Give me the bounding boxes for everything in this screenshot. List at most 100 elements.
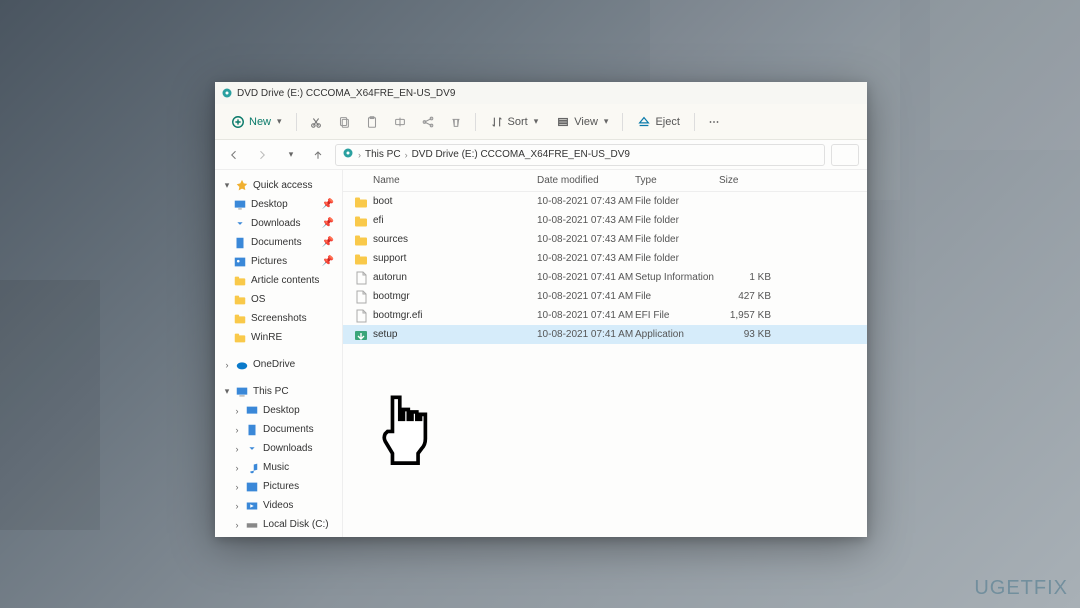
documents-icon bbox=[245, 423, 259, 437]
file-type: File folder bbox=[635, 196, 719, 207]
sidebar-item-thispc[interactable]: ▾ This PC bbox=[215, 382, 342, 401]
file-row[interactable]: sources10-08-2021 07:43 AMFile folder bbox=[343, 230, 867, 249]
breadcrumb-drive[interactable]: DVD Drive (E:) CCCOMA_X64FRE_EN-US_DV9 bbox=[412, 149, 630, 160]
folder-icon bbox=[233, 312, 247, 326]
paste-button[interactable] bbox=[359, 109, 385, 135]
sidebar-item-tp-pictures[interactable]: ›Pictures bbox=[215, 477, 342, 496]
sidebar-item-tp-desktop[interactable]: ›Desktop bbox=[215, 401, 342, 420]
sidebar-item-downloads[interactable]: Downloads📌 bbox=[215, 214, 342, 233]
sidebar-item-screenshots[interactable]: Screenshots bbox=[215, 309, 342, 328]
sidebar-item-pictures[interactable]: Pictures📌 bbox=[215, 252, 342, 271]
file-type: EFI File bbox=[635, 310, 719, 321]
sidebar-item-tp-music[interactable]: ›Music bbox=[215, 458, 342, 477]
col-name[interactable]: Name bbox=[373, 175, 537, 186]
col-type[interactable]: Type bbox=[635, 175, 719, 186]
column-headers: Name Date modified Type Size bbox=[343, 170, 867, 192]
documents-icon bbox=[233, 236, 247, 250]
new-button[interactable]: New ▾ bbox=[223, 109, 290, 135]
videos-icon bbox=[245, 499, 259, 513]
downloads-icon bbox=[233, 217, 247, 231]
folder-icon bbox=[353, 232, 369, 248]
onedrive-icon bbox=[235, 358, 249, 372]
chevron-down-icon: ▾ bbox=[534, 116, 539, 127]
file-row[interactable]: bootmgr.efi10-08-2021 07:41 AMEFI File1,… bbox=[343, 306, 867, 325]
dvd-drive-icon bbox=[342, 147, 354, 162]
file-name: sources bbox=[373, 234, 537, 245]
recent-dropdown[interactable]: ▾ bbox=[279, 144, 301, 166]
desktop-icon bbox=[245, 404, 259, 418]
file-size: 93 KB bbox=[719, 329, 789, 340]
pin-icon: 📌 bbox=[322, 237, 334, 248]
file-date: 10-08-2021 07:41 AM bbox=[537, 329, 635, 340]
sidebar-item-tp-downloads[interactable]: ›Downloads bbox=[215, 439, 342, 458]
chevron-right-icon[interactable]: › bbox=[223, 360, 231, 370]
chevron-down-icon: ▾ bbox=[277, 116, 282, 127]
file-name: bootmgr bbox=[373, 291, 537, 302]
sidebar-item-desktop[interactable]: Desktop📌 bbox=[215, 195, 342, 214]
file-row[interactable]: support10-08-2021 07:43 AMFile folder bbox=[343, 249, 867, 268]
sidebar-item-tp-videos[interactable]: ›Videos bbox=[215, 496, 342, 515]
eject-button[interactable]: Eject bbox=[629, 109, 687, 135]
file-name: autorun bbox=[373, 272, 537, 283]
folder-icon bbox=[353, 251, 369, 267]
cut-button[interactable] bbox=[303, 109, 329, 135]
file-date: 10-08-2021 07:41 AM bbox=[537, 310, 635, 321]
window-title: DVD Drive (E:) CCCOMA_X64FRE_EN-US_DV9 bbox=[237, 88, 455, 99]
sidebar-item-tp-localdisk[interactable]: ›Local Disk (C:) bbox=[215, 515, 342, 534]
view-button[interactable]: View ▾ bbox=[548, 109, 616, 135]
sidebar-item-article[interactable]: Article contents bbox=[215, 271, 342, 290]
file-row[interactable]: boot10-08-2021 07:43 AMFile folder bbox=[343, 192, 867, 211]
folder-icon bbox=[233, 293, 247, 307]
file-size: 1,957 KB bbox=[719, 310, 789, 321]
chevron-down-icon[interactable]: ▾ bbox=[223, 386, 231, 397]
chevron-right-icon: › bbox=[358, 150, 361, 160]
file-pane: Name Date modified Type Size boot10-08-2… bbox=[343, 170, 867, 537]
file-icon bbox=[353, 289, 369, 305]
file-row[interactable]: efi10-08-2021 07:43 AMFile folder bbox=[343, 211, 867, 230]
sidebar-item-os[interactable]: OS bbox=[215, 290, 342, 309]
desktop-icon bbox=[233, 198, 247, 212]
file-type: File folder bbox=[635, 234, 719, 245]
forward-button[interactable] bbox=[251, 144, 273, 166]
setup-icon bbox=[353, 327, 369, 343]
chevron-right-icon: › bbox=[405, 150, 408, 160]
file-list[interactable]: boot10-08-2021 07:43 AMFile folderefi10-… bbox=[343, 192, 867, 537]
file-row[interactable]: bootmgr10-08-2021 07:41 AMFile427 KB bbox=[343, 287, 867, 306]
chevron-down-icon: ▾ bbox=[604, 116, 609, 127]
up-button[interactable] bbox=[307, 144, 329, 166]
breadcrumb-thispc[interactable]: This PC bbox=[365, 149, 401, 160]
sidebar-item-quickaccess[interactable]: ▾ Quick access bbox=[215, 176, 342, 195]
rename-button[interactable] bbox=[387, 109, 413, 135]
back-button[interactable] bbox=[223, 144, 245, 166]
delete-button[interactable] bbox=[443, 109, 469, 135]
copy-button[interactable] bbox=[331, 109, 357, 135]
sidebar-item-winre[interactable]: WinRE bbox=[215, 328, 342, 347]
file-row[interactable]: setup10-08-2021 07:41 AMApplication93 KB bbox=[343, 325, 867, 344]
sort-button[interactable]: Sort ▾ bbox=[482, 109, 547, 135]
file-name: efi bbox=[373, 215, 537, 226]
chevron-down-icon[interactable]: ▾ bbox=[223, 180, 231, 191]
file-name: bootmgr.efi bbox=[373, 310, 537, 321]
folder-icon bbox=[233, 274, 247, 288]
col-size[interactable]: Size bbox=[719, 175, 789, 186]
more-button[interactable] bbox=[701, 109, 727, 135]
file-type: Application bbox=[635, 329, 719, 340]
sidebar-item-tp-documents[interactable]: ›Documents bbox=[215, 420, 342, 439]
col-date[interactable]: Date modified bbox=[537, 175, 635, 186]
file-date: 10-08-2021 07:43 AM bbox=[537, 253, 635, 264]
sidebar-item-onedrive[interactable]: › OneDrive bbox=[215, 355, 342, 374]
sidebar-item-documents[interactable]: Documents📌 bbox=[215, 233, 342, 252]
file-name: support bbox=[373, 253, 537, 264]
file-type: File folder bbox=[635, 215, 719, 226]
search-input[interactable] bbox=[831, 144, 859, 166]
file-type: File folder bbox=[635, 253, 719, 264]
titlebar[interactable]: DVD Drive (E:) CCCOMA_X64FRE_EN-US_DV9 bbox=[215, 82, 867, 104]
pictures-icon bbox=[245, 480, 259, 494]
file-icon bbox=[353, 270, 369, 286]
pin-icon: 📌 bbox=[322, 199, 334, 210]
share-button[interactable] bbox=[415, 109, 441, 135]
breadcrumb[interactable]: › This PC › DVD Drive (E:) CCCOMA_X64FRE… bbox=[335, 144, 825, 166]
address-bar: ▾ › This PC › DVD Drive (E:) CCCOMA_X64F… bbox=[215, 140, 867, 170]
file-row[interactable]: autorun10-08-2021 07:41 AMSetup Informat… bbox=[343, 268, 867, 287]
file-date: 10-08-2021 07:43 AM bbox=[537, 196, 635, 207]
